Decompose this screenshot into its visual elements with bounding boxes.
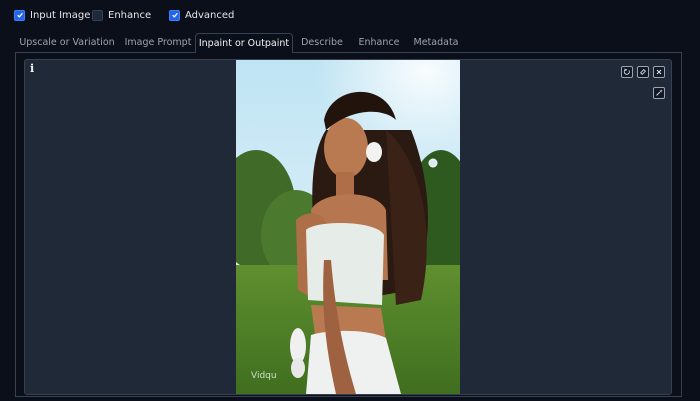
options-bar: Input Image Enhance Advanced [0,0,700,30]
eraser-icon [640,69,646,75]
advanced-checkbox[interactable]: Advanced [169,8,234,22]
enhance-checkbox[interactable]: Enhance [92,8,151,22]
tab-image-prompt[interactable]: Image Prompt [121,33,195,53]
tab-metadata[interactable]: Metadata [411,33,461,53]
undo-button[interactable] [621,66,633,78]
checkbox-checked-icon[interactable] [14,9,25,21]
tab-bar: Upscale or Variation Image Prompt Inpain… [15,33,685,53]
checkbox-unchecked-icon[interactable] [92,9,103,21]
checkbox-checked-icon[interactable] [169,9,180,21]
input-image-label: Input Image [30,9,91,21]
input-image-checkbox[interactable]: Input Image [14,8,90,22]
watermark-text: Vidqu [251,371,277,381]
advanced-label: Advanced [185,9,235,21]
tab-enhance[interactable]: Enhance [355,33,403,53]
close-icon [656,69,662,75]
portrait-image [236,60,460,394]
eraser-button[interactable] [637,66,649,78]
brush-button[interactable] [653,87,665,99]
undo-icon [623,68,630,75]
tab-upscale-or-variation[interactable]: Upscale or Variation [17,33,117,53]
close-button[interactable] [653,66,665,78]
info-icon[interactable]: i [30,62,34,75]
brush-icon [656,89,663,96]
tab-describe[interactable]: Describe [297,33,347,53]
tab-inpaint-or-outpaint[interactable]: Inpaint or Outpaint [195,33,293,53]
input-image[interactable] [236,60,460,394]
enhance-label: Enhance [108,9,152,21]
